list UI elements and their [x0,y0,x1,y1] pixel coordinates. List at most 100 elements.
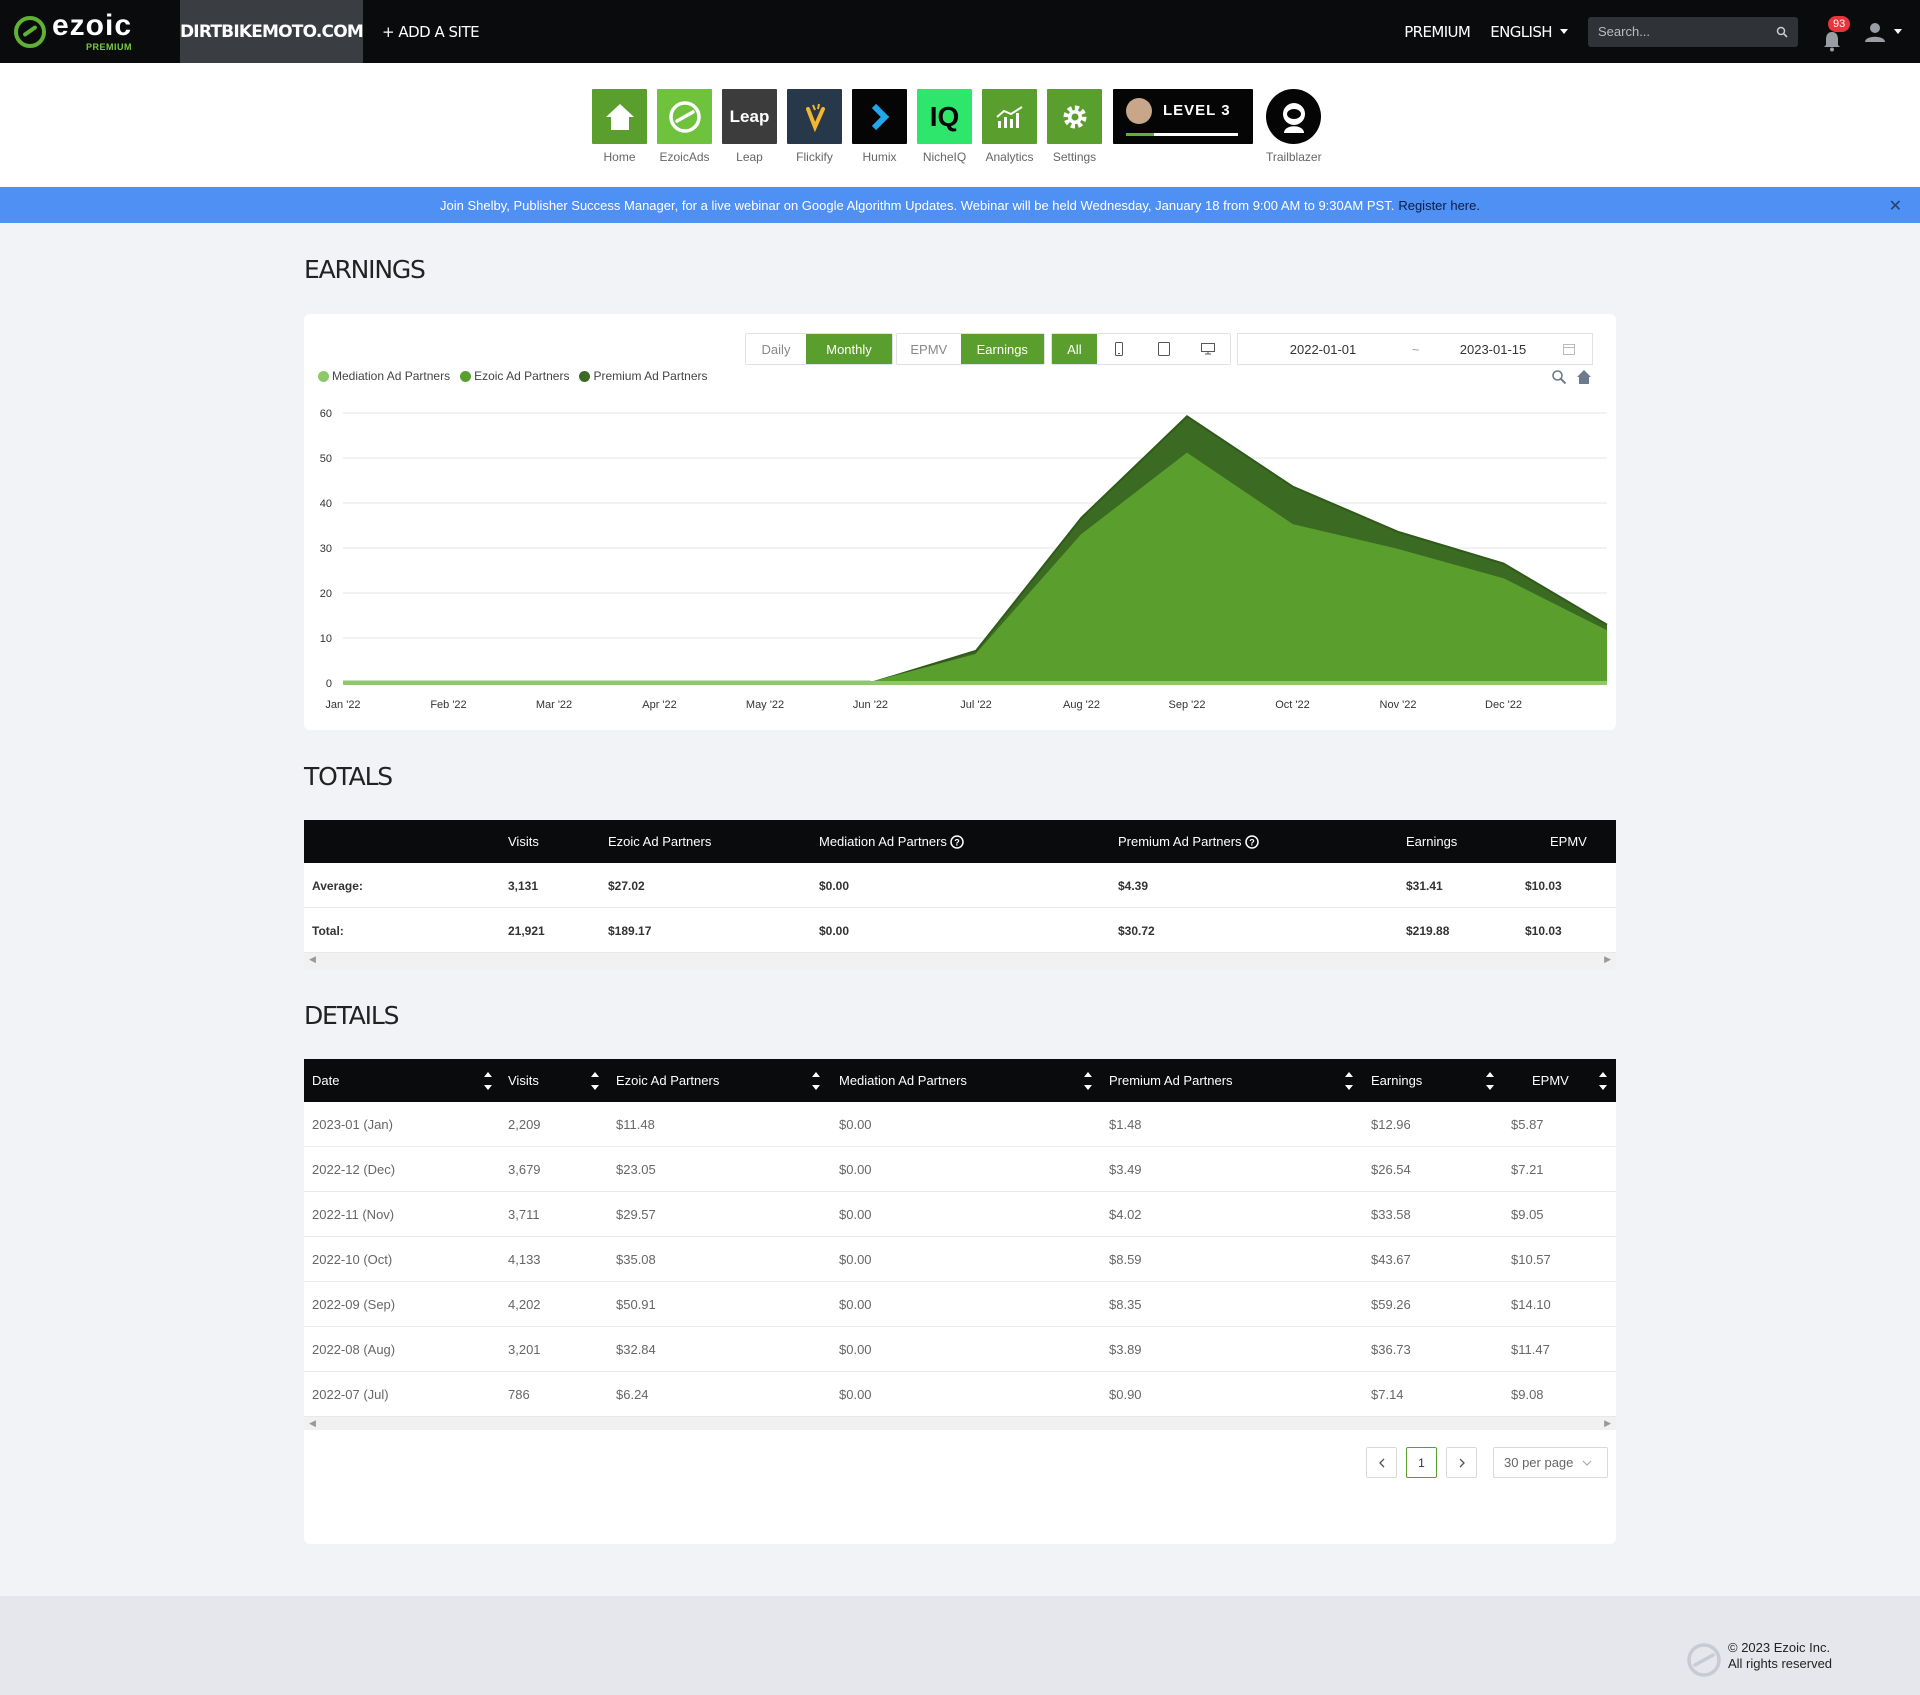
help-icon[interactable]: ? [950,834,964,849]
chevron-right-icon [1459,1458,1465,1467]
y-tick-label: 50 [320,453,332,465]
prev-page-button[interactable] [1366,1447,1397,1478]
totals-header-visits: Visits [508,834,539,849]
notification-badge: 93 [1828,15,1851,32]
cell-epmv: $9.05 [1511,1207,1544,1222]
page-button-current[interactable]: 1 [1406,1447,1437,1478]
cell-premium: $1.48 [1109,1117,1142,1132]
table-row: 2022-07 (Jul) 786 $6.24 $0.00 $0.90 $7.14 $9.0… [304,1372,1616,1417]
cell-premium: $30.72 [1118,923,1155,938]
table-row: 2022-12 (Dec) 3,679 $23.05 $0.00 $3.49 $26.54… [304,1147,1616,1192]
y-tick-label: 0 [326,678,332,690]
cell-ezoic: $32.84 [616,1342,656,1357]
x-tick-label: Nov '22 [1380,699,1417,711]
per-page-select[interactable]: 30 per page [1493,1447,1608,1478]
details-header-premium[interactable]: Premium Ad Partners [1109,1059,1233,1102]
sort-icon[interactable] [812,1072,820,1090]
cell-earnings: $33.58 [1371,1207,1411,1222]
cell-epmv: $14.10 [1511,1297,1551,1312]
cell-visits: 3,131 [508,878,539,893]
sort-icon[interactable] [484,1072,492,1090]
help-icon[interactable]: ? [1244,834,1259,849]
details-header-epmv[interactable]: EPMV [1532,1059,1569,1102]
app-level[interactable]: LEVEL 3 [1113,89,1253,150]
user-menu[interactable] [1864,22,1902,42]
cell-earnings: $7.14 [1371,1387,1404,1402]
flickify-icon [787,89,842,144]
app-leap[interactable]: Leap Leap [722,89,777,164]
app-ezoicads[interactable]: EzoicAds [657,89,712,164]
cell-epmv: $5.87 [1511,1117,1544,1132]
header-label: Premium Ad Partners [1118,834,1242,849]
ezoic-logo-icon [14,15,46,48]
sort-icon[interactable] [1486,1072,1494,1090]
totals-header-epmv: EPMV [1550,834,1587,849]
cell-visits: 21,921 [508,923,545,938]
sort-icon[interactable] [1599,1072,1607,1090]
sort-icon[interactable] [591,1072,599,1090]
totals-header-earnings: Earnings [1406,834,1458,849]
app-flickify[interactable]: Flickify [787,89,842,164]
search-icon[interactable] [1776,26,1788,38]
app-nicheiq[interactable]: IQ NicheIQ [917,89,972,164]
scroll-left-icon[interactable]: ◀ [309,954,316,965]
row-label: Total: [312,923,344,938]
app-analytics[interactable]: Analytics [982,89,1037,164]
cell-epmv: $9.08 [1511,1387,1544,1402]
x-tick-label: Sep '22 [1169,699,1206,711]
logo-word: ezoic [52,9,133,42]
chevron-left-icon [1378,1458,1384,1467]
premium-link[interactable]: PREMIUM [1404,23,1471,41]
scroll-right-icon[interactable]: ▶ [1604,1418,1611,1429]
pagination: 1 30 per page [304,1430,1616,1544]
scroll-right-icon[interactable]: ▶ [1604,954,1611,965]
app-bar: Home EzoicAds Leap Leap Flickify Humix I… [0,63,1920,187]
details-header-ezoic[interactable]: Ezoic Ad Partners [616,1059,719,1102]
nicheiq-logo-text: IQ [929,100,960,132]
add-site-link[interactable]: + ADD A SITE [382,23,480,41]
table-row: 2022-10 (Oct) 4,133 $35.08 $0.00 $8.59 $43.67… [304,1237,1616,1282]
cell-epmv: $10.03 [1525,923,1562,938]
totals-header-premium: Premium Ad Partners ? [1118,820,1259,863]
search-input[interactable] [1598,24,1776,39]
details-header-mediation[interactable]: Mediation Ad Partners [839,1059,967,1102]
x-tick-label: Oct '22 [1275,699,1310,711]
site-selector[interactable]: DIRTBIKEMOTO.COM [180,0,364,63]
y-tick-label: 20 [320,588,332,600]
cell-ezoic: $27.02 [608,878,645,893]
close-icon[interactable]: ✕ [1889,196,1902,216]
details-header-earnings[interactable]: Earnings [1371,1059,1422,1102]
cell-visits: 3,679 [508,1162,541,1177]
language-dropdown[interactable]: ENGLISH [1490,23,1568,41]
cell-ezoic: $35.08 [616,1252,656,1267]
app-trailblazer[interactable]: Trailblazer [1266,89,1322,164]
cell-earnings: $219.88 [1406,923,1450,938]
notifications-button[interactable]: 93 [1818,12,1851,52]
app-settings[interactable]: Settings [1047,89,1102,164]
sort-icon[interactable] [1345,1072,1353,1090]
register-link[interactable]: Register here. [1398,198,1480,213]
x-tick-label: Dec '22 [1485,699,1522,711]
table-row: 2023-01 (Jan) 2,209 $11.48 $0.00 $1.48 $12.96… [304,1102,1616,1147]
sort-icon[interactable] [1084,1072,1092,1090]
app-humix[interactable]: Humix [852,89,907,164]
app-label: Flickify [796,150,833,164]
details-header-date[interactable]: Date [312,1059,339,1102]
next-page-button[interactable] [1446,1447,1477,1478]
horizontal-scrollbar[interactable]: ◀ ▶ [304,953,1616,970]
cell-date: 2022-08 (Aug) [312,1342,396,1357]
ezoic-logo[interactable]: ezoic PREMIUM [0,0,180,63]
x-tick-label: Jan '22 [325,699,360,711]
cell-mediation: $0.00 [819,923,850,938]
cell-mediation: $0.00 [839,1252,872,1267]
app-home[interactable]: Home [592,89,647,164]
x-tick-label: Aug '22 [1063,699,1100,711]
details-header-visits[interactable]: Visits [508,1059,539,1102]
cell-date: 2022-12 (Dec) [312,1162,396,1177]
earnings-chart-card: Daily Monthly EPMV Earnings All 2022-01-… [304,314,1616,730]
x-tick-label: Jun '22 [853,699,888,711]
cell-earnings: $36.73 [1371,1342,1411,1357]
scroll-left-icon[interactable]: ◀ [309,1418,316,1429]
cell-earnings: $12.96 [1371,1117,1411,1132]
cell-mediation: $0.00 [839,1297,872,1312]
